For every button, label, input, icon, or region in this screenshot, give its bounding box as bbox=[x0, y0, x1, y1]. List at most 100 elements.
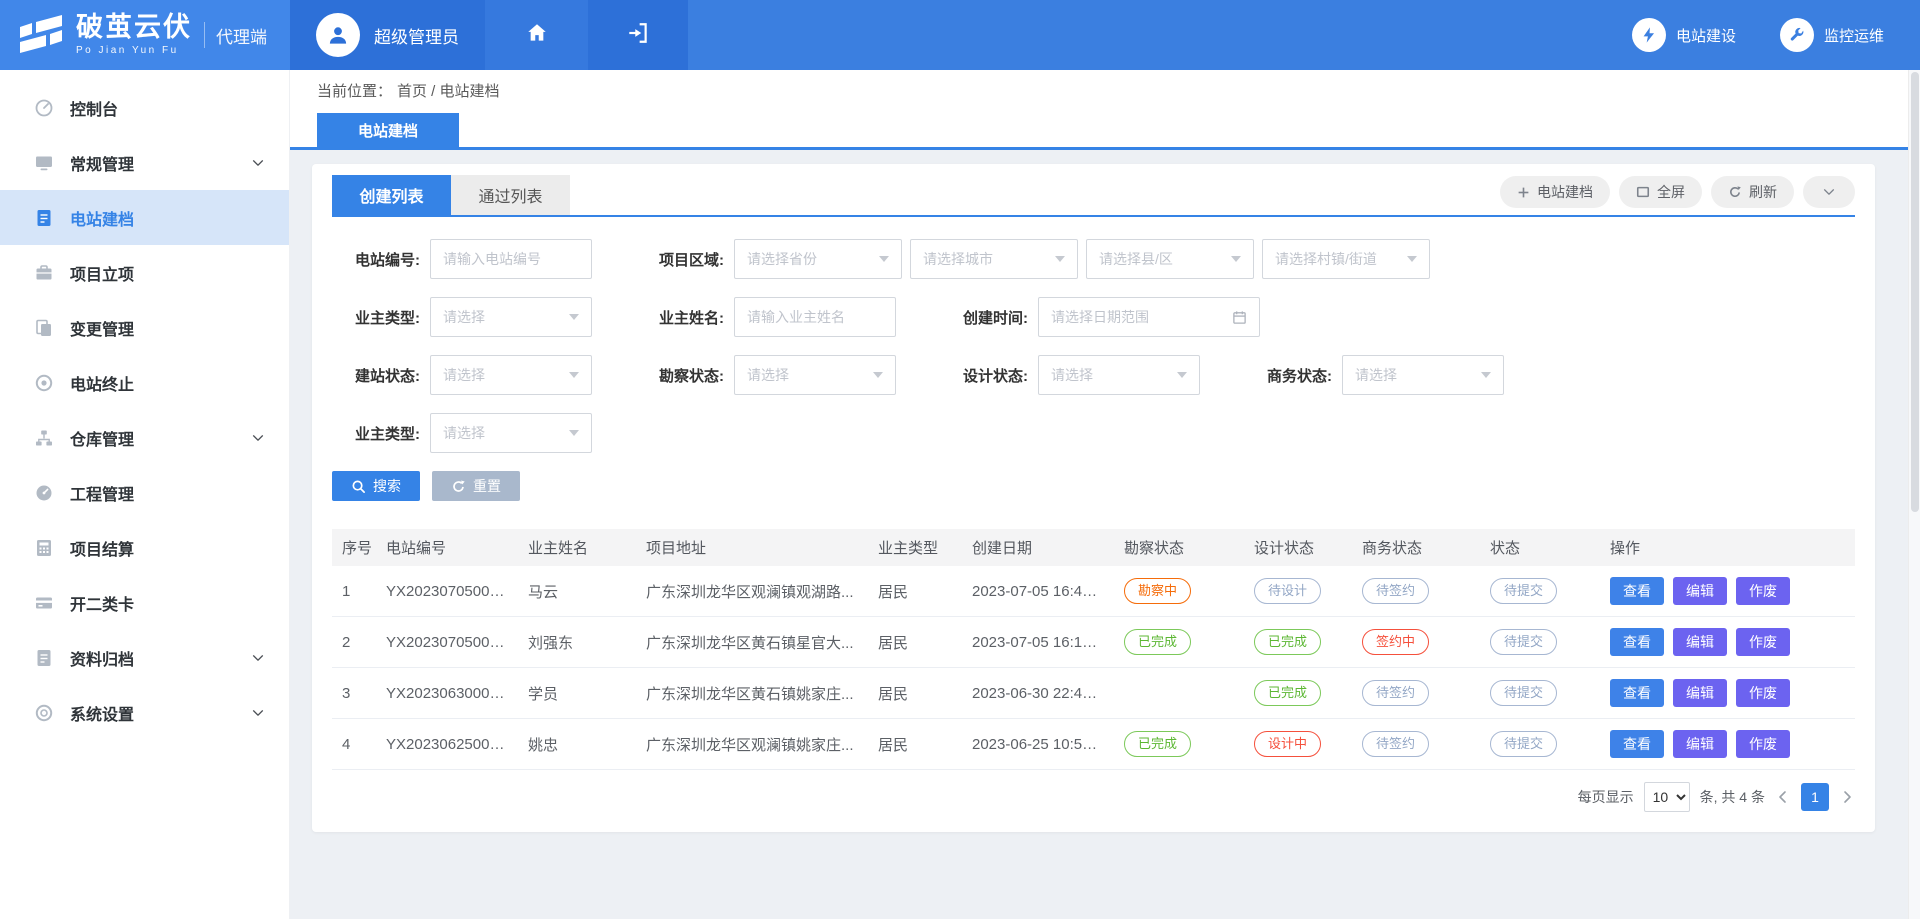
current-page-button[interactable]: 1 bbox=[1801, 783, 1829, 811]
caret-down-icon bbox=[569, 314, 579, 320]
sidebar-item-label: 系统设置 bbox=[70, 701, 134, 725]
cell-created-at: 2023-07-05 16:42:22 bbox=[962, 566, 1114, 617]
search-button[interactable]: 搜索 bbox=[332, 471, 420, 501]
edit-button[interactable]: 编辑 bbox=[1673, 577, 1727, 605]
home-button[interactable] bbox=[485, 0, 588, 70]
column-header: 状态 bbox=[1480, 529, 1600, 566]
filter-row: 建站状态:请选择勘察状态:请选择设计状态:请选择商务状态:请选择 bbox=[332, 355, 1855, 395]
cell-design-status: 已完成 bbox=[1244, 668, 1352, 719]
breadcrumb-path[interactable]: 首页 / 电站建档 bbox=[397, 80, 500, 101]
create-station-button[interactable]: 电站建档 bbox=[1500, 176, 1610, 208]
void-button[interactable]: 作废 bbox=[1736, 679, 1790, 707]
view-button[interactable]: 查看 bbox=[1610, 628, 1664, 656]
collapse-button[interactable] bbox=[1803, 176, 1855, 208]
owner-name-input[interactable] bbox=[734, 297, 896, 337]
breadcrumb: 当前位置： 首页 / 电站建档 bbox=[290, 70, 1920, 110]
view-button[interactable]: 查看 bbox=[1610, 679, 1664, 707]
filter-label: 创建时间: bbox=[940, 307, 1038, 328]
sidebar-item-station-archive[interactable]: 电站建档 bbox=[0, 190, 289, 245]
total-count-label: 条, 共 4 条 bbox=[1700, 787, 1765, 807]
cell-actions: 查看编辑作废 bbox=[1600, 566, 1855, 617]
column-header: 创建日期 bbox=[962, 529, 1114, 566]
reset-button[interactable]: 重置 bbox=[432, 471, 520, 501]
sidebar-item-warehouse-management[interactable]: 仓库管理 bbox=[0, 410, 289, 465]
cell-station-code: YX2023070500010 bbox=[376, 617, 518, 668]
fullscreen-button[interactable]: 全屏 bbox=[1619, 176, 1702, 208]
project-area-province-select[interactable]: 请选择省份 bbox=[734, 239, 902, 279]
results-table: 序号电站编号业主姓名项目地址业主类型创建日期勘察状态设计状态商务状态状态操作 1… bbox=[332, 529, 1855, 770]
owner-type-2-select[interactable]: 请选择 bbox=[430, 413, 592, 453]
panel-toolbar: 电站建档全屏刷新 bbox=[1500, 176, 1855, 214]
void-button[interactable]: 作废 bbox=[1736, 628, 1790, 656]
project-area-town-select[interactable]: 请选择村镇/街道 bbox=[1262, 239, 1430, 279]
create-time-input[interactable] bbox=[1038, 297, 1260, 337]
owner-type-select[interactable]: 请选择 bbox=[430, 297, 592, 337]
edit-button[interactable]: 编辑 bbox=[1673, 628, 1727, 656]
breadcrumb-label: 当前位置： bbox=[317, 80, 392, 101]
page-tab-station-archive[interactable]: 电站建档 bbox=[317, 113, 459, 147]
sidebar-item-change-management[interactable]: 变更管理 bbox=[0, 300, 289, 355]
build-status-select[interactable]: 请选择 bbox=[430, 355, 592, 395]
station-code-input[interactable] bbox=[430, 239, 592, 279]
sidebar-item-general-management[interactable]: 常规管理 bbox=[0, 135, 289, 190]
quick-link-station-construction[interactable]: 电站建设 bbox=[1632, 18, 1736, 52]
edit-button[interactable]: 编辑 bbox=[1673, 679, 1727, 707]
caret-down-icon bbox=[1407, 256, 1417, 262]
status-pill: 待签约 bbox=[1362, 731, 1429, 757]
survey-status-select[interactable]: 请选择 bbox=[734, 355, 896, 395]
project-area-city-select[interactable]: 请选择城市 bbox=[910, 239, 1078, 279]
sidebar-item-console[interactable]: 控制台 bbox=[0, 80, 289, 135]
sidebar-item-data-archive[interactable]: 资料归档 bbox=[0, 630, 289, 685]
page-scrollbar[interactable] bbox=[1908, 70, 1920, 919]
cell-owner-name: 马云 bbox=[518, 566, 636, 617]
view-button[interactable]: 查看 bbox=[1610, 577, 1664, 605]
project-area-district-select[interactable]: 请选择县/区 bbox=[1086, 239, 1254, 279]
column-header: 商务状态 bbox=[1352, 529, 1480, 566]
prev-page-button[interactable] bbox=[1775, 789, 1791, 805]
column-header: 业主姓名 bbox=[518, 529, 636, 566]
cell-owner-type: 居民 bbox=[868, 719, 962, 770]
void-button[interactable]: 作废 bbox=[1736, 577, 1790, 605]
view-button[interactable]: 查看 bbox=[1610, 730, 1664, 758]
logout-button[interactable] bbox=[588, 0, 688, 70]
design-status-select[interactable]: 请选择 bbox=[1038, 355, 1200, 395]
gauge-icon bbox=[34, 483, 54, 503]
filter-create-time: 创建时间: bbox=[940, 297, 1244, 337]
select-placeholder: 请选择城市 bbox=[923, 249, 993, 269]
cell-owner-type: 居民 bbox=[868, 668, 962, 719]
sidebar-item-project-settlement[interactable]: 项目结算 bbox=[0, 520, 289, 575]
cell-status: 待提交 bbox=[1480, 719, 1600, 770]
edit-button[interactable]: 编辑 bbox=[1673, 730, 1727, 758]
next-page-button[interactable] bbox=[1839, 789, 1855, 805]
cell-survey-status: 已完成 bbox=[1114, 719, 1244, 770]
business-status-select[interactable]: 请选择 bbox=[1342, 355, 1504, 395]
sidebar-item-station-termination[interactable]: 电站终止 bbox=[0, 355, 289, 410]
status-pill: 签约中 bbox=[1362, 629, 1429, 655]
filter-label: 电站编号: bbox=[332, 249, 430, 270]
filter-business-status: 商务状态:请选择 bbox=[1244, 355, 1548, 395]
settings-icon bbox=[34, 703, 54, 723]
cell-index: 1 bbox=[332, 566, 376, 617]
user-menu[interactable]: 超级管理员 bbox=[290, 0, 485, 70]
cell-design-status: 待设计 bbox=[1244, 566, 1352, 617]
tab-create-list[interactable]: 创建列表 bbox=[332, 175, 451, 215]
refresh-button[interactable]: 刷新 bbox=[1711, 176, 1794, 208]
status-pill: 待签约 bbox=[1362, 578, 1429, 604]
search-icon bbox=[351, 479, 366, 494]
quick-link-monitoring-ops[interactable]: 监控运维 bbox=[1780, 18, 1884, 52]
date-range-input[interactable] bbox=[1051, 309, 1232, 325]
sidebar-item-engineering-management[interactable]: 工程管理 bbox=[0, 465, 289, 520]
void-button[interactable]: 作废 bbox=[1736, 730, 1790, 758]
tab-pass-list[interactable]: 通过列表 bbox=[451, 175, 570, 215]
per-page-select[interactable]: 10 bbox=[1644, 782, 1690, 812]
sidebar-item-project-initiation[interactable]: 项目立项 bbox=[0, 245, 289, 300]
sidebar-item-system-settings[interactable]: 系统设置 bbox=[0, 685, 289, 740]
cell-status: 待提交 bbox=[1480, 668, 1600, 719]
column-header: 序号 bbox=[332, 529, 376, 566]
scrollbar-thumb[interactable] bbox=[1911, 72, 1919, 512]
caret-down-icon bbox=[569, 372, 579, 378]
sidebar-item-label: 资料归档 bbox=[70, 646, 134, 670]
filter-label: 业主类型: bbox=[332, 307, 430, 328]
header-quick-links: 电站建设 监控运维 bbox=[1632, 0, 1920, 70]
sidebar-item-second-class-card[interactable]: 开二类卡 bbox=[0, 575, 289, 630]
